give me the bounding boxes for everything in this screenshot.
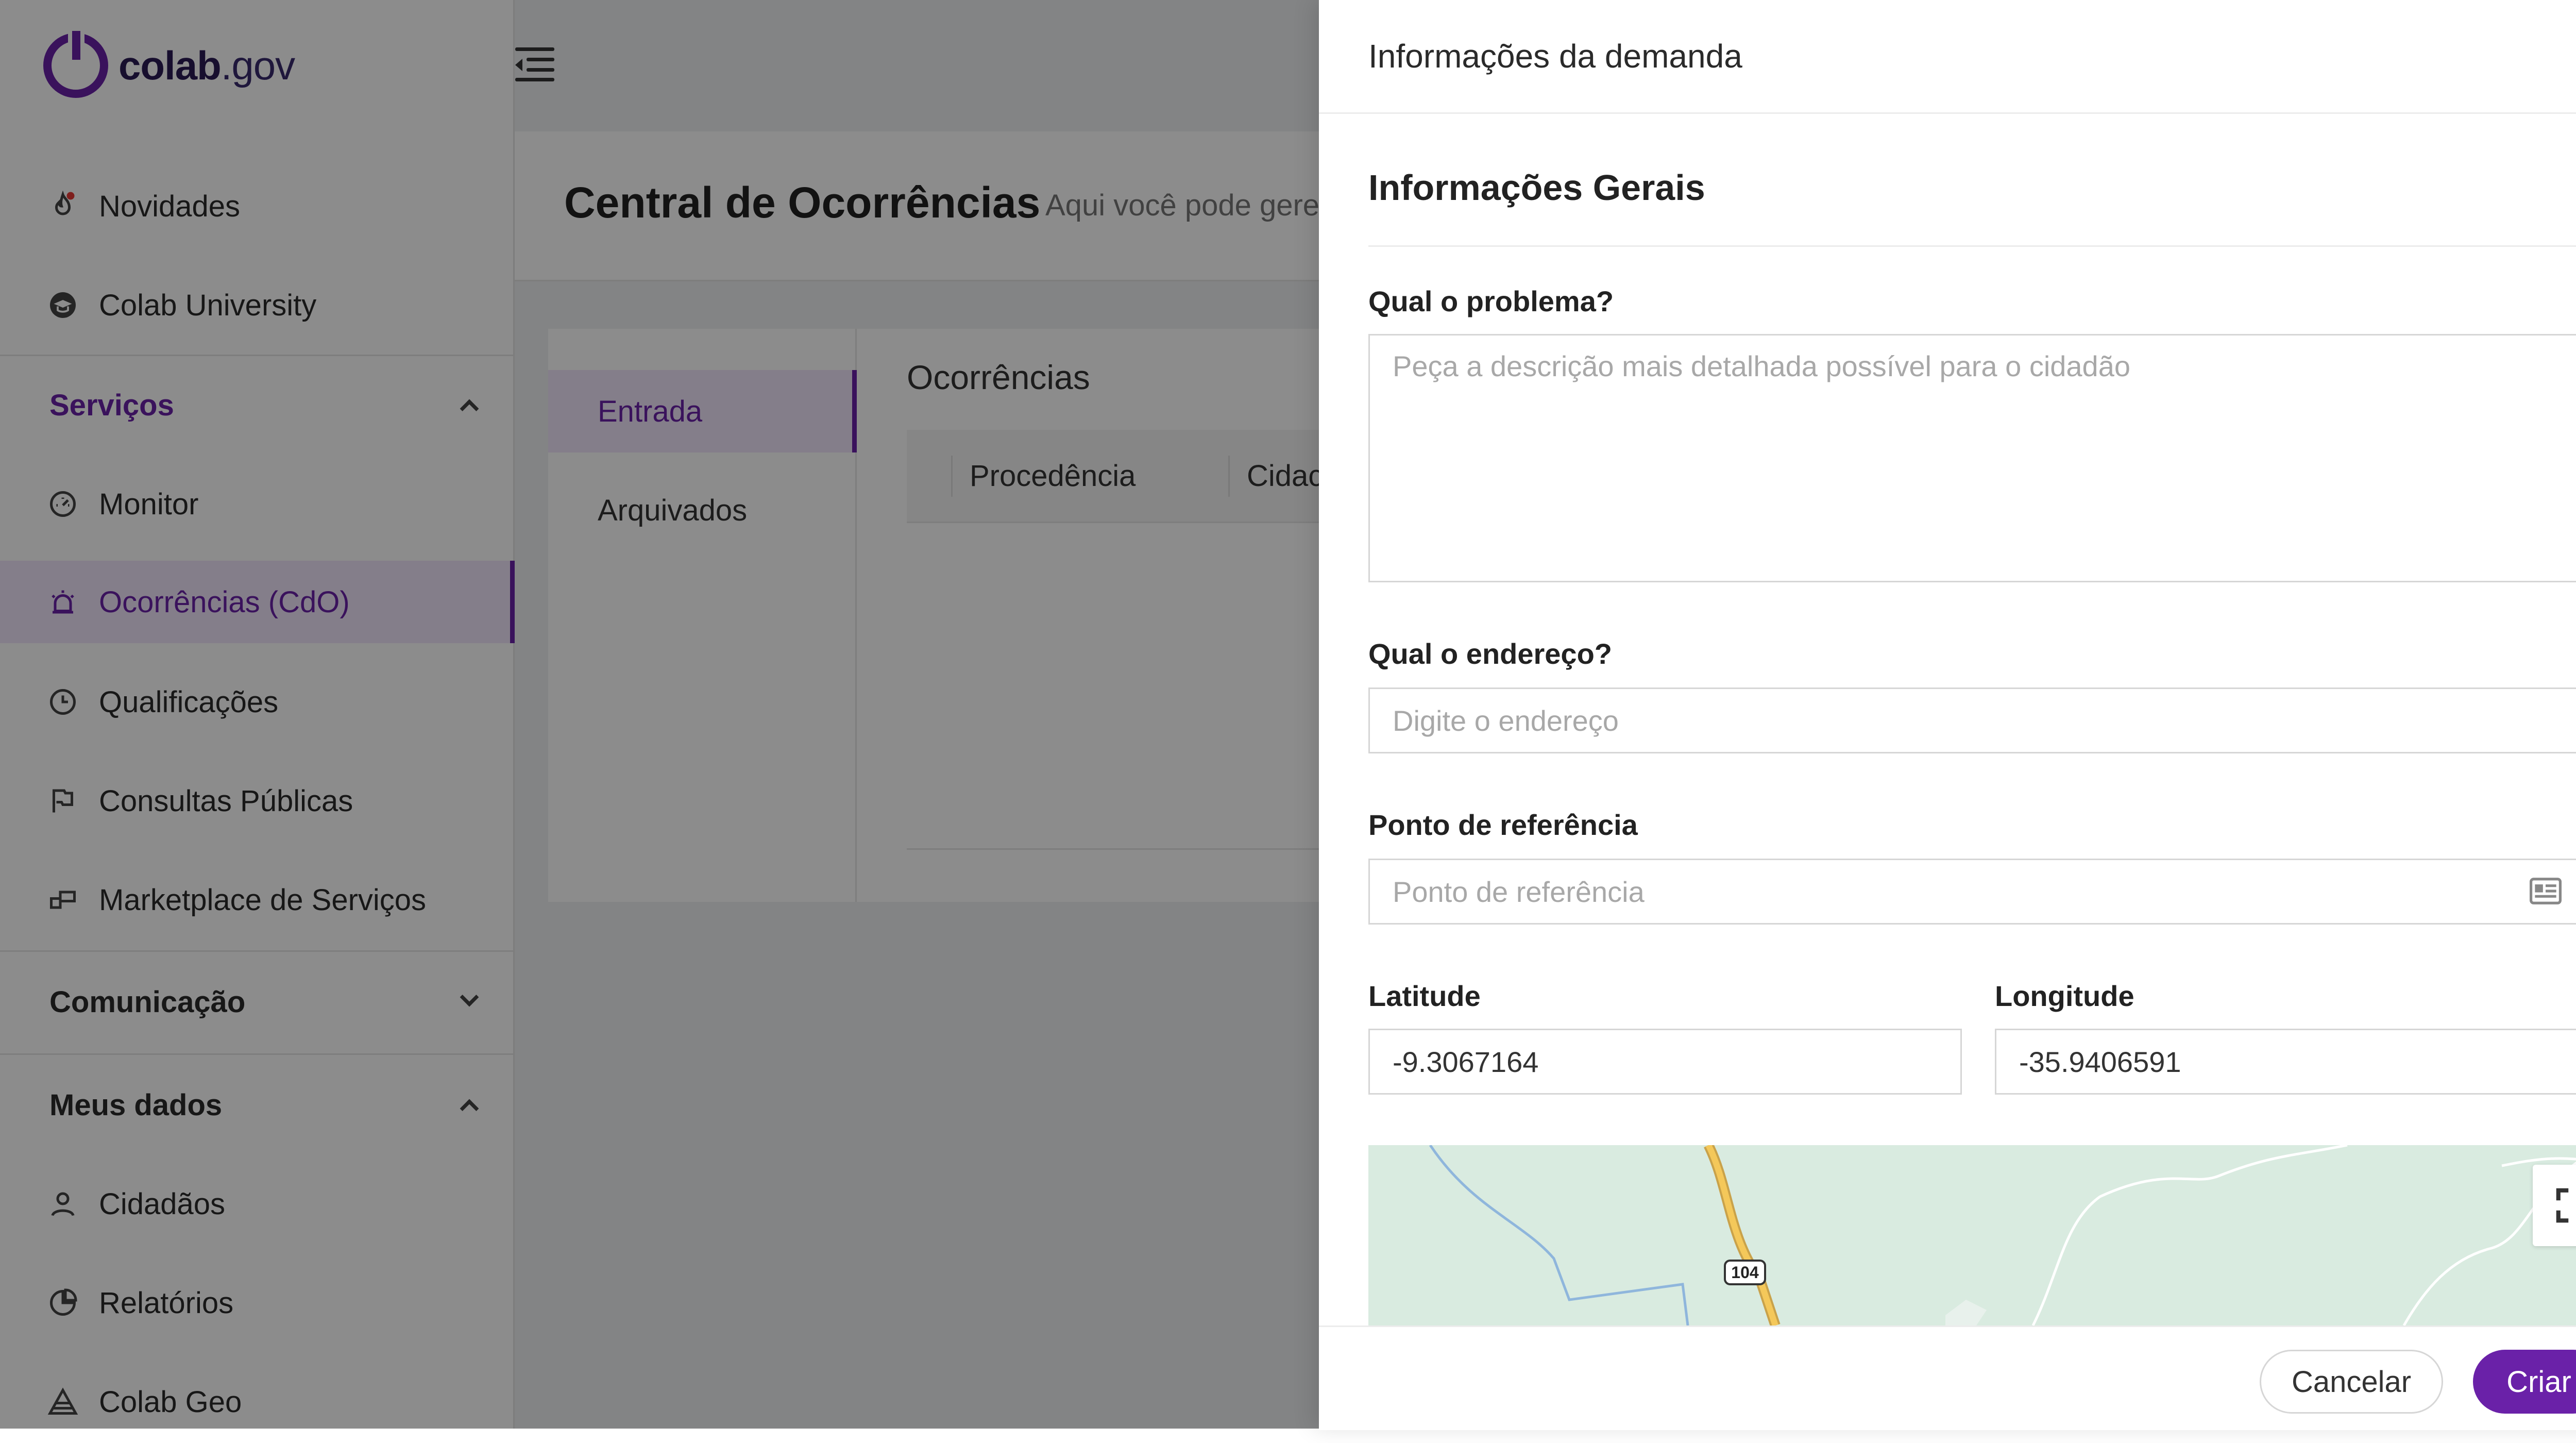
problem-label: Qual o problema? bbox=[1368, 285, 1614, 317]
reference-label: Ponto de referência bbox=[1368, 809, 1638, 841]
route-shield: 104 bbox=[1724, 1260, 1766, 1285]
latitude-label: Latitude bbox=[1368, 980, 1481, 1012]
cancel-button[interactable]: Cancelar bbox=[2260, 1350, 2443, 1414]
create-button[interactable]: Criar bbox=[2473, 1350, 2576, 1414]
fullscreen-icon bbox=[2556, 1188, 2569, 1223]
problem-textarea[interactable] bbox=[1368, 334, 2576, 582]
location-map[interactable]: 104 bbox=[1368, 1145, 2576, 1325]
id-card-icon bbox=[2530, 878, 2562, 904]
latitude-input[interactable] bbox=[1368, 1029, 1962, 1095]
reference-input[interactable] bbox=[1368, 859, 2576, 925]
longitude-label: Longitude bbox=[1995, 980, 2134, 1012]
drawer-title: Informações da demanda bbox=[1368, 38, 1742, 75]
drawer-footer: Cancelar Criar bbox=[1319, 1325, 2576, 1430]
section-title: Informações Gerais bbox=[1368, 167, 1705, 208]
section-divider bbox=[1368, 245, 2576, 247]
address-label: Qual o endereço? bbox=[1368, 637, 1612, 670]
drawer-header: Informações da demanda bbox=[1319, 0, 2576, 114]
demand-drawer: Informações da demanda Informações Gerai… bbox=[1319, 0, 2576, 1430]
address-input[interactable] bbox=[1368, 687, 2576, 753]
map-tiles bbox=[1429, 1145, 2576, 1325]
longitude-input[interactable] bbox=[1995, 1029, 2576, 1095]
map-fullscreen-button[interactable] bbox=[2533, 1165, 2576, 1246]
